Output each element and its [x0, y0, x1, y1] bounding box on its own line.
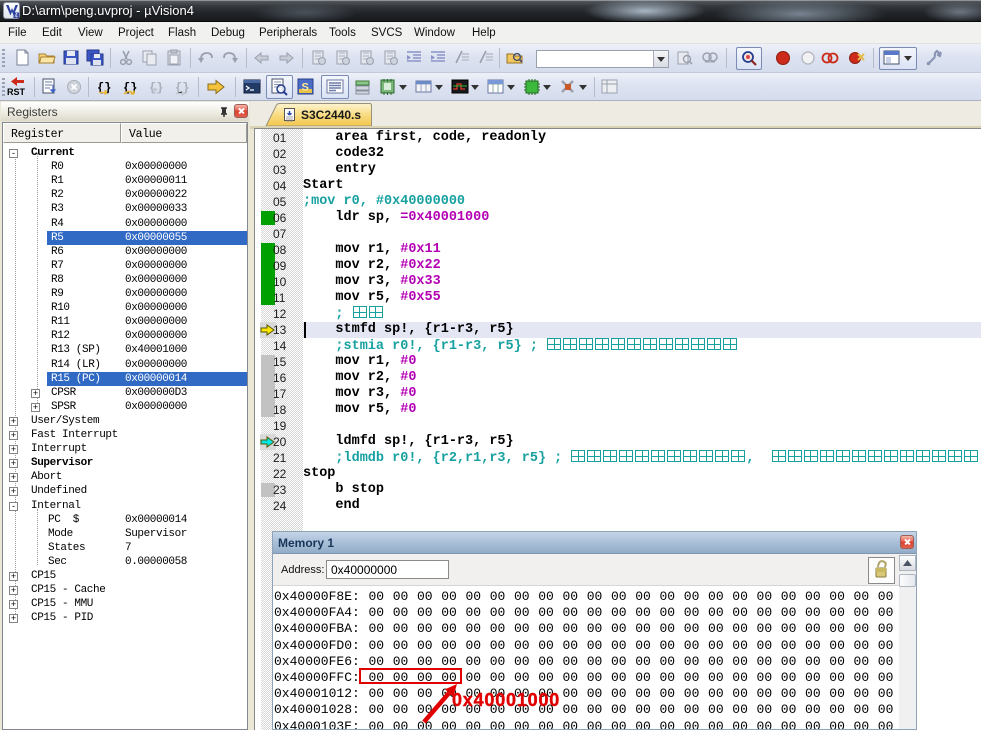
svg-text:S: S — [302, 82, 309, 94]
svg-text:RST: RST — [7, 87, 26, 97]
svg-text:{}: {} — [149, 81, 163, 95]
